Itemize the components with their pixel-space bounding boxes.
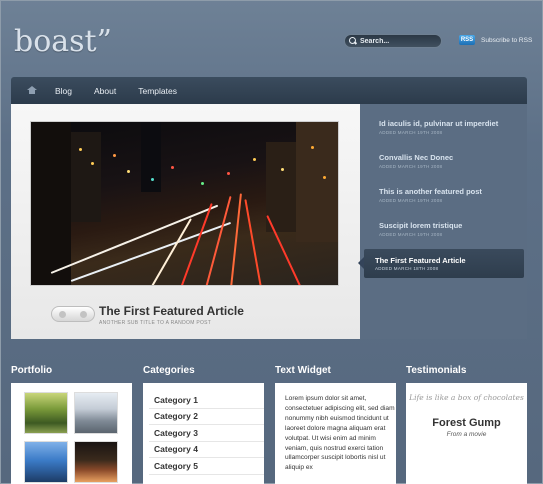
category-divider — [149, 424, 264, 425]
testimonials-box: Life is like a box of chocolates Forest … — [406, 383, 527, 484]
featured-list-item-title[interactable]: This is another featured post — [379, 187, 482, 196]
slider-dot[interactable] — [59, 310, 66, 318]
main-nav: Blog About Templates — [11, 77, 527, 104]
category-divider — [149, 457, 264, 458]
portfolio-thumb[interactable] — [74, 441, 118, 483]
portfolio-thumb[interactable] — [24, 392, 68, 434]
featured-subtitle: ANOTHER SUB TITLE TO A RANDOM POST — [99, 320, 212, 326]
site-logo[interactable]: boast” — [14, 24, 112, 59]
nav-item-about[interactable]: About — [94, 86, 116, 96]
subscribe-link[interactable]: Subscribe to RSS — [481, 37, 532, 44]
featured-slider: The First Featured Article ANOTHER SUB T… — [11, 104, 360, 339]
portfolio-box — [11, 383, 132, 484]
categories-heading: Categories — [143, 365, 195, 376]
category-link[interactable]: Category 2 — [154, 411, 198, 421]
featured-list-item[interactable]: Id iaculis id, pulvinar ut imperdiet ADD… — [379, 119, 498, 135]
testimonial-source: From a movie — [446, 431, 487, 438]
nav-item-templates[interactable]: Templates — [138, 86, 177, 96]
featured-list-item-date: ADDED MARCH 19TH 2008 — [379, 198, 443, 203]
category-link[interactable]: Category 5 — [154, 461, 198, 471]
search-box[interactable] — [344, 34, 442, 48]
featured-list-item[interactable]: This is another featured post ADDED MARC… — [379, 187, 482, 203]
rss-icon[interactable]: RSS — [459, 35, 475, 45]
category-link[interactable]: Category 3 — [154, 428, 198, 438]
text-widget-box: Lorem ipsum dolor sit amet, consectetuer… — [275, 383, 396, 484]
featured-list-item-date: ADDED MARCH 19TH 2008 — [379, 232, 443, 237]
testimonials-heading: Testimonials — [406, 365, 467, 376]
featured-list-item-date: ADDED MARCH 19TH 2008 — [379, 130, 443, 135]
featured-list-item-active[interactable]: The First Featured Article ADDED MARCH 1… — [358, 249, 524, 278]
text-widget-heading: Text Widget — [275, 365, 331, 376]
featured-image[interactable] — [30, 121, 339, 286]
category-link[interactable]: Category 1 — [154, 395, 198, 405]
category-divider — [149, 408, 264, 409]
testimonial-name: Forest Gump — [432, 417, 501, 429]
portfolio-heading: Portfolio — [11, 365, 53, 376]
testimonial-quote: Life is like a box of chocolates — [409, 393, 524, 402]
text-widget-body: Lorem ipsum dolor sit amet, consectetuer… — [285, 395, 395, 472]
search-input[interactable] — [360, 37, 435, 45]
featured-title[interactable]: The First Featured Article — [99, 304, 244, 318]
portfolio-thumb[interactable] — [24, 441, 68, 483]
category-link[interactable]: Category 4 — [154, 444, 198, 454]
featured-list-item-title[interactable]: Id iaculis id, pulvinar ut imperdiet — [379, 119, 498, 128]
slider-pager[interactable] — [51, 306, 95, 322]
featured-active-title[interactable]: The First Featured Article — [375, 256, 466, 265]
featured-list-item-date: ADDED MARCH 19TH 2008 — [379, 164, 443, 169]
featured-list-item[interactable]: Convallis Nec Donec ADDED MARCH 19TH 200… — [379, 153, 453, 169]
categories-box: Category 1 Category 2 Category 3 Categor… — [143, 383, 264, 484]
nav-item-blog[interactable]: Blog — [55, 86, 72, 96]
featured-list-item[interactable]: Suscipit lorem tristique ADDED MARCH 19T… — [379, 221, 462, 237]
featured-list-item-title[interactable]: Convallis Nec Donec — [379, 153, 453, 162]
category-divider — [149, 474, 264, 475]
featured-list-item-title[interactable]: Suscipit lorem tristique — [379, 221, 462, 230]
category-divider — [149, 441, 264, 442]
portfolio-thumb[interactable] — [74, 392, 118, 434]
search-icon — [348, 36, 358, 46]
home-icon[interactable] — [27, 86, 37, 95]
slider-dot[interactable] — [80, 310, 87, 318]
featured-list: Id iaculis id, pulvinar ut imperdiet ADD… — [360, 104, 527, 339]
featured-active-date: ADDED MARCH 18TH 2008 — [375, 266, 439, 271]
